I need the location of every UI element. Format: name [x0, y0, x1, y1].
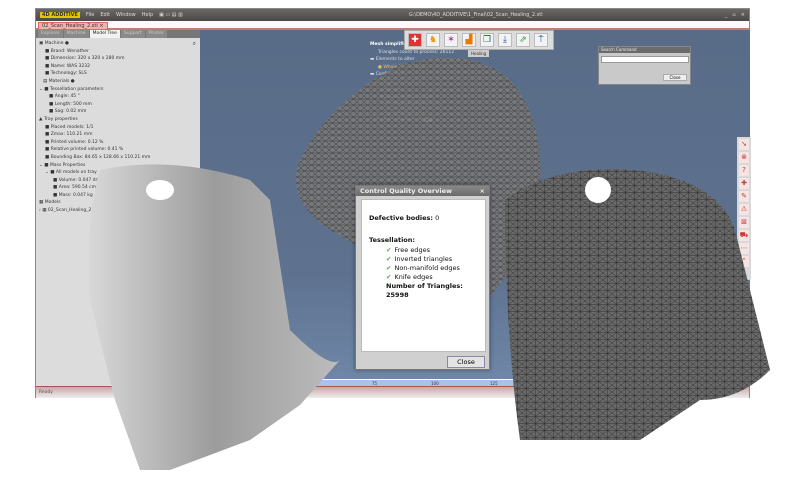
check-icon: ✔	[386, 255, 392, 263]
tessellation-heading: Tessellation:	[369, 236, 415, 244]
check-item: ✔ Knife edges	[386, 273, 433, 281]
check-icon: ✔	[386, 273, 392, 281]
check-icon: ✔	[386, 246, 392, 254]
check-item: ✔ Non-manifold edges	[386, 264, 460, 272]
triangle-count: Number of Triangles: 25998	[386, 282, 463, 299]
right-mesh-model	[505, 169, 770, 440]
defective-value: 0	[435, 214, 440, 222]
dialog-close-button[interactable]: Close	[447, 356, 485, 368]
left-model-hole	[146, 180, 174, 200]
dialog-title: Control Quality Overview	[360, 187, 452, 195]
check-item: ✔ Inverted triangles	[386, 255, 453, 263]
right-model-hole	[585, 177, 611, 203]
dialog-close-icon[interactable]: ×	[480, 187, 485, 195]
dialog-body: Defective bodies: 0 Tessellation: ✔ Free …	[361, 199, 486, 352]
defective-label: Defective bodies:	[369, 214, 434, 222]
check-icon: ✔	[386, 264, 392, 272]
left-solid-model	[88, 164, 340, 470]
check-item: ✔ Free edges	[386, 246, 430, 254]
control-quality-dialog: Control Quality Overview × Defective bodi…	[355, 185, 490, 370]
